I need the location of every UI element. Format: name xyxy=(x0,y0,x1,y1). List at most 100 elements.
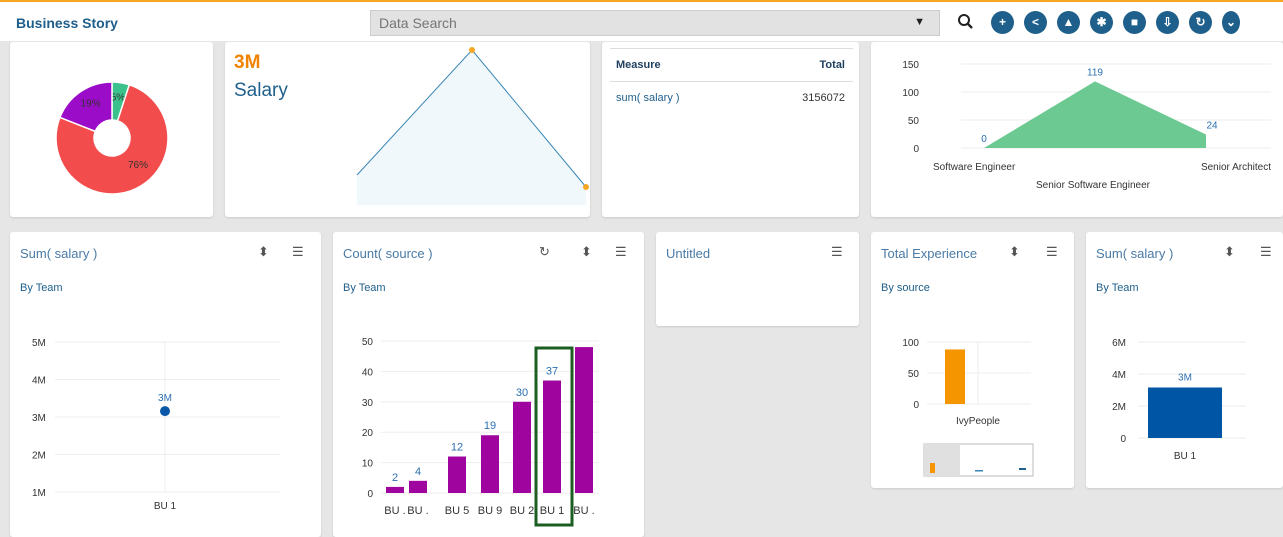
y-tick-label: 50 xyxy=(908,369,920,380)
area-chart-card: 150 100 50 0 0 119 24 Software Engineer Senior A… xyxy=(871,42,1283,217)
y-tick-label: 30 xyxy=(362,398,374,409)
bar xyxy=(1148,387,1222,438)
y-tick-label: 0 xyxy=(1120,434,1126,445)
sparkline-point xyxy=(583,184,589,190)
data-label: 3M xyxy=(1178,373,1192,384)
bar xyxy=(448,456,466,493)
export-icon[interactable]: ⇩ xyxy=(1156,11,1179,34)
x-tick-label: Senior Architect xyxy=(1201,162,1271,173)
notification-bell-icon[interactable]: ▲ xyxy=(1057,11,1080,34)
range-navigator-mark xyxy=(975,470,983,472)
y-tick-label: 0 xyxy=(913,400,919,411)
data-label: 24 xyxy=(1206,121,1218,132)
sparkline-area xyxy=(357,50,586,205)
refresh-icon[interactable]: ↻ xyxy=(1189,11,1212,34)
bar xyxy=(481,435,499,493)
pie-slice-label: 76% xyxy=(128,160,148,171)
data-label: 19 xyxy=(484,420,496,432)
x-tick-label: BU . xyxy=(407,505,428,517)
x-tick-label: IvyPeople xyxy=(956,416,1000,427)
experience-bar-chart: 100 50 0 IvyPeople xyxy=(902,338,1034,477)
data-label: 3M xyxy=(158,393,172,404)
bar xyxy=(575,347,593,493)
data-label: 0 xyxy=(981,134,987,145)
y-tick-label: 5M xyxy=(32,338,46,349)
y-tick-label: 4M xyxy=(32,376,46,387)
search-icon[interactable] xyxy=(956,12,976,32)
range-navigator-mark xyxy=(1019,468,1026,470)
bar xyxy=(945,349,965,404)
share-icon[interactable]: < xyxy=(1024,11,1047,34)
more-icon[interactable]: ⌄ xyxy=(1222,11,1240,34)
y-tick-label: 1M xyxy=(32,488,46,499)
x-tick-label: BU 9 xyxy=(478,505,502,517)
widget-total-experience: Total Experience By source ⬍ ☰ 100 50 0 Ivy… xyxy=(871,232,1074,488)
y-tick-label: 2M xyxy=(32,451,46,462)
y-tick-label: 100 xyxy=(902,338,919,349)
range-navigator-bar xyxy=(930,463,935,473)
bar xyxy=(409,480,427,493)
y-tick-label: 6M xyxy=(1112,338,1126,349)
kpi-sparkline xyxy=(356,47,589,205)
y-tick-label: 50 xyxy=(362,337,374,348)
sparkline-point xyxy=(469,47,475,53)
y-tick-label: 150 xyxy=(902,60,919,71)
widget-count-source: Count( source ) By Team ↻ ⬍ ☰ 50 40 30 20 10… xyxy=(333,232,644,537)
kpi-card: 3M Salary xyxy=(225,42,590,217)
y-tick-label: 100 xyxy=(902,88,919,99)
x-tick-label: Senior Software Engineer xyxy=(1036,180,1151,191)
x-tick-label: Software Engineer xyxy=(933,162,1016,173)
area-fill xyxy=(984,81,1206,148)
y-tick-label: 20 xyxy=(362,428,374,439)
y-tick-label: 2M xyxy=(1112,402,1126,413)
data-search-box[interactable]: ▼ xyxy=(370,10,940,36)
add-icon[interactable]: + xyxy=(991,11,1014,34)
x-tick-label: BU 1 xyxy=(154,501,177,512)
y-tick-label: 40 xyxy=(362,367,374,378)
data-label: 119 xyxy=(1087,67,1103,78)
data-label: 4 xyxy=(415,466,421,478)
top-bar: Business Story ▼ + < ▲ ✱ ■ ⇩ ↻ ⌄ xyxy=(0,0,1283,41)
x-tick-label: BU 1 xyxy=(1174,451,1197,462)
widget-sum-salary: Sum( salary ) By Team ⬍ ☰ 5M 4M 3M 2M 1M 3M BU… xyxy=(10,232,321,537)
salary-scatter-chart: 5M 4M 3M 2M 1M 3M BU 1 xyxy=(32,338,280,512)
dropdown-caret-icon[interactable]: ▼ xyxy=(914,16,925,28)
table-header-total: Total xyxy=(819,59,845,71)
data-label: 37 xyxy=(546,366,558,378)
measure-table-card: Measure Total sum( salary ) 3156072 xyxy=(602,42,859,217)
x-tick-label: BU . xyxy=(384,505,405,517)
pie-chart-card: 5% 76% 19% xyxy=(10,42,213,217)
x-tick-label: BU . xyxy=(573,505,594,517)
x-tick-label: BU 1 xyxy=(540,505,564,517)
widget-untitled: Untitled ☰ xyxy=(656,232,859,326)
search-input[interactable] xyxy=(371,11,891,35)
bar xyxy=(543,380,561,493)
x-tick-label: BU 2 xyxy=(510,505,534,517)
bar xyxy=(513,401,531,493)
pie-slice-label: 19% xyxy=(81,99,101,110)
salary-bar-chart: 6M 4M 2M 0 3M BU 1 xyxy=(1112,338,1246,462)
app-title[interactable]: Business Story xyxy=(16,15,118,31)
table-cell-measure: sum( salary ) xyxy=(616,92,680,104)
y-tick-label: 4M xyxy=(1112,370,1126,381)
y-tick-label: 0 xyxy=(367,489,373,500)
table-cell-total: 3156072 xyxy=(802,92,845,104)
widget-title: Untitled xyxy=(666,246,711,261)
data-label: 30 xyxy=(516,387,528,399)
bar xyxy=(386,486,404,493)
x-tick-label: BU 5 xyxy=(445,505,469,517)
y-tick-label: 50 xyxy=(908,116,920,127)
designation-area-chart: 150 100 50 0 0 119 24 Software Engineer Senior A… xyxy=(902,60,1271,191)
data-label: 2 xyxy=(392,472,398,484)
range-navigator-selection xyxy=(924,444,960,476)
y-tick-label: 0 xyxy=(913,144,919,155)
widget-sum-salary-2: Sum( salary ) By Team ⬍ ☰ 6M 4M 2M 0 3M BU 1 xyxy=(1086,232,1283,488)
settings-gear-icon[interactable]: ✱ xyxy=(1090,11,1113,34)
y-tick-label: 10 xyxy=(362,459,374,470)
save-icon[interactable]: ■ xyxy=(1123,11,1146,34)
table-header-measure: Measure xyxy=(616,59,661,71)
scatter-point xyxy=(160,406,170,417)
count-bar-chart: 50 40 30 20 10 0 2 BU . 4 BU . 12 BU 5 19 BU 9 30 BU 2 3… xyxy=(362,337,599,527)
menu-icon[interactable]: ☰ xyxy=(831,244,843,260)
pie-chart: 5%76%19% xyxy=(55,81,169,195)
